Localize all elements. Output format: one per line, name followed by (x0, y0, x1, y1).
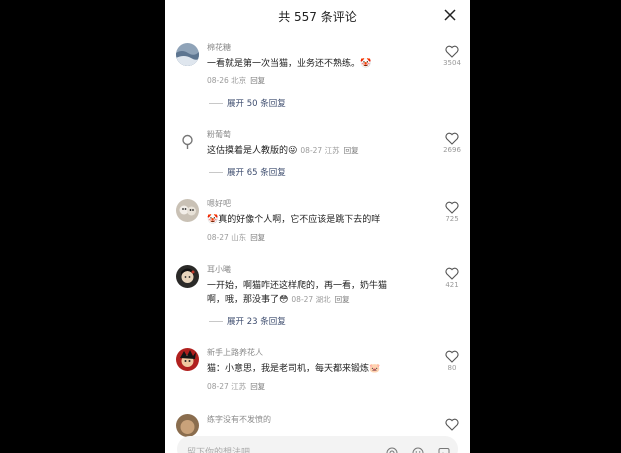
comments-header: 共 557 条评论 (165, 0, 470, 30)
like-count: 3504 (443, 59, 461, 67)
avatar[interactable] (176, 348, 199, 371)
comment-date-location: 08-27 江苏 (207, 382, 247, 391)
like-button[interactable]: 80 (442, 350, 462, 372)
comment-text: 猫：小意思，我是老司机，每天都来锻炼🐷 (207, 362, 407, 376)
emoji: 😳 (279, 295, 289, 305)
comment-meta: 08-27 湖北 回复 (291, 295, 349, 304)
comment-body: 这估摸着是人教版的 (207, 146, 289, 156)
like-button[interactable]: 725 (442, 201, 462, 223)
avatar[interactable] (176, 130, 199, 153)
emoji-icon[interactable] (412, 444, 424, 453)
like-button[interactable]: 3504 (442, 45, 462, 67)
like-count: 80 (447, 364, 457, 372)
comment-meta: 08-27 江苏 回复 (300, 146, 358, 155)
reply-button[interactable]: 回复 (250, 233, 265, 242)
heart-icon (445, 45, 459, 58)
reply-button[interactable]: 回复 (335, 295, 350, 304)
like-count: 2696 (443, 146, 461, 154)
reply-button[interactable]: 回复 (344, 146, 359, 155)
comment-date-location: 08-26 北京 (207, 76, 247, 85)
comment-input[interactable]: 留下你的想法吧 (177, 436, 458, 453)
expand-replies[interactable]: 展开 65 条回复 (207, 166, 286, 178)
comment-body: 一看就是第一次当猫，业务还不熟练。 (207, 59, 361, 69)
input-icons (377, 444, 450, 453)
divider (209, 103, 223, 104)
comment-meta: 08-26 北京 回复 (207, 75, 265, 86)
comment-date-location: 08-27 江苏 (300, 146, 340, 155)
username[interactable]: 嗯好吧 (207, 198, 231, 209)
username[interactable]: 耳小曦 (207, 264, 231, 275)
reply-button[interactable]: 回复 (250, 382, 265, 391)
comment-meta: 08-27 江苏 回复 (207, 381, 265, 392)
avatar[interactable] (176, 199, 199, 222)
like-count: 725 (445, 215, 459, 223)
like-button[interactable] (442, 418, 462, 431)
comment-text: 一开始，啊猫咋还这样爬的，再一看，奶牛猫 啊，哦，那没事了😳 08-27 湖北 回复 (207, 279, 422, 307)
reply-button[interactable]: 回复 (250, 76, 265, 85)
comment-date-location: 08-27 山东 (207, 233, 247, 242)
divider (209, 172, 223, 173)
heart-icon (445, 267, 459, 280)
emoji: 🐷 (369, 364, 381, 374)
heart-icon (445, 418, 459, 431)
like-button[interactable]: 2696 (442, 132, 462, 154)
expand-replies-label: 展开 50 条回复 (227, 99, 286, 109)
comment-text: 🤡真的好像个人啊，它不应该是跳下去的咩 (207, 213, 407, 227)
comment-text: 一看就是第一次当猫，业务还不熟练。🤡 (207, 57, 407, 71)
expand-replies[interactable]: 展开 23 条回复 (207, 315, 286, 327)
comment-input-placeholder: 留下你的想法吧 (187, 448, 251, 453)
avatar[interactable] (176, 43, 199, 66)
heart-icon (445, 350, 459, 363)
comment-body: 真的好像个人啊，它不应该是跳下去的咩 (218, 215, 381, 225)
comment-meta: 08-27 山东 回复 (207, 232, 265, 243)
close-icon[interactable] (442, 7, 458, 23)
username[interactable]: 新手上路养花人 (207, 347, 263, 358)
comment-date-location: 08-27 湖北 (291, 295, 331, 304)
expand-replies[interactable]: 展开 50 条回复 (207, 97, 286, 109)
heart-icon (445, 132, 459, 145)
comment-text: 这估摸着是人教版的😜 08-27 江苏 回复 (207, 144, 422, 158)
emoji: 😜 (288, 146, 298, 156)
like-count: 421 (445, 281, 459, 289)
at-icon[interactable] (386, 444, 398, 453)
avatar[interactable] (176, 265, 199, 288)
comment-body: 猫：小意思，我是老司机，每天都来锻炼 (207, 364, 370, 374)
comments-title: 共 557 条评论 (278, 10, 357, 24)
comments-panel: 共 557 条评论 棉花糖 一看就是第一次当猫，业务还不熟练。🤡 08-26 北… (165, 0, 470, 453)
expand-replies-label: 展开 23 条回复 (227, 317, 286, 327)
heart-icon (445, 201, 459, 214)
username[interactable]: 棉花糖 (207, 42, 231, 53)
comment-body: 一开始，啊猫咋还这样爬的，再一看，奶牛猫 (207, 281, 388, 291)
emoji: 🤡 (360, 59, 372, 69)
comment-body: 啊，哦，那没事了 (207, 295, 280, 305)
avatar[interactable] (176, 414, 199, 437)
image-icon[interactable] (438, 444, 450, 453)
expand-replies-label: 展开 65 条回复 (227, 168, 286, 178)
username[interactable]: 练字没有不发愤的 (207, 414, 271, 425)
username[interactable]: 粉葡萄 (207, 129, 231, 140)
divider (209, 321, 223, 322)
emoji: 🤡 (207, 215, 219, 225)
like-button[interactable]: 421 (442, 267, 462, 289)
